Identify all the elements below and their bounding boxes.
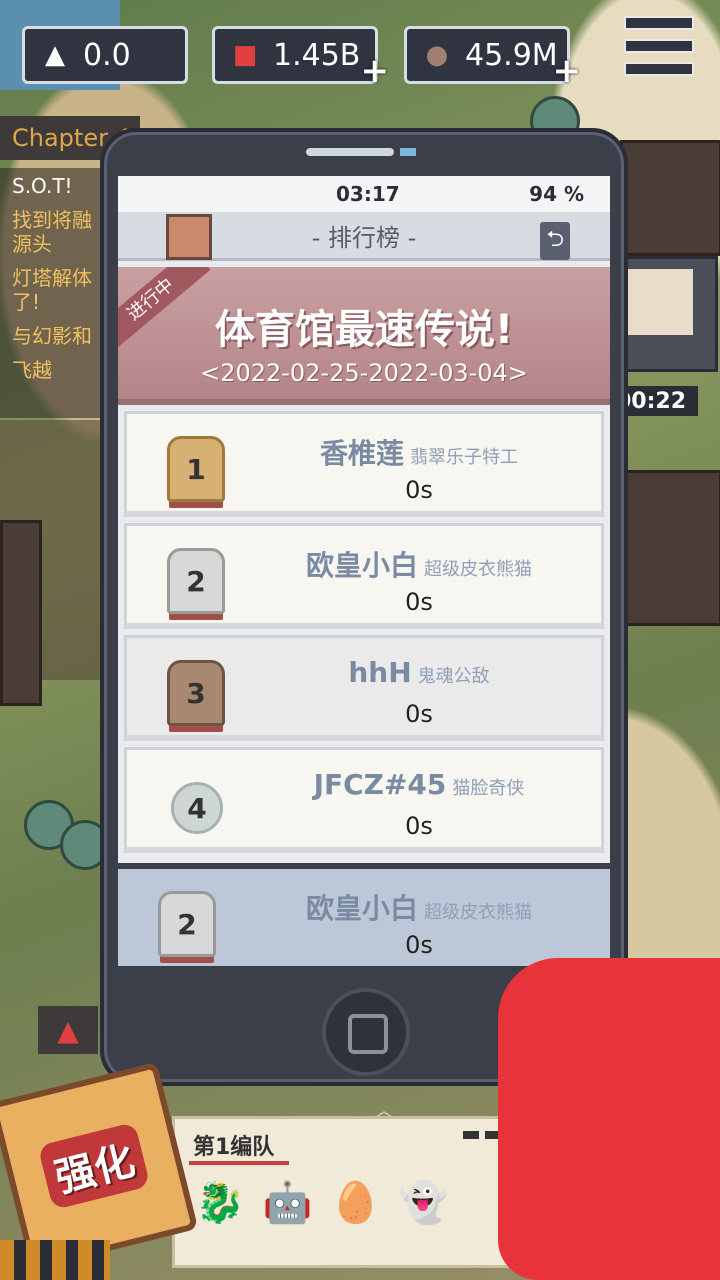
- gold-medal-icon: 1: [167, 436, 225, 502]
- egg-unit-icon[interactable]: 🥚: [331, 1179, 381, 1226]
- quest-item[interactable]: 与幻影和: [12, 324, 98, 348]
- blocks-icon: ■: [232, 40, 258, 70]
- back-icon[interactable]: ⮌: [540, 222, 570, 260]
- phone-screen: 03:17 94 % - 排行榜 - ⮌ 进行中 体育馆最速传说! <2022-…: [118, 176, 610, 966]
- building[interactable]: [0, 520, 42, 706]
- player-time: 0s: [405, 588, 433, 616]
- weather-icon[interactable]: [166, 214, 212, 260]
- menu-icon[interactable]: [624, 16, 694, 76]
- player-title: 翡翠乐子特工: [410, 447, 518, 468]
- silver-medal-icon: 2: [158, 891, 216, 957]
- quest-item[interactable]: 灯塔解体 了!: [12, 266, 98, 314]
- my-rank-row[interactable]: 2 欧皇小白 超级皮衣熊猫 0s: [118, 863, 610, 966]
- leaderboard-header: - 排行榜 - ⮌: [118, 212, 610, 261]
- player-name: 欧皇小白: [305, 892, 418, 925]
- hazard-stripes: [0, 1240, 110, 1280]
- player-time: 0s: [405, 476, 433, 504]
- event-dates: <2022-02-25-2022-03-04>: [200, 359, 528, 387]
- add-icon[interactable]: +: [361, 51, 390, 91]
- resource-value: 1.45B: [273, 37, 361, 73]
- resource-crystal[interactable]: ▲ 0.0: [22, 26, 188, 84]
- warning-icon[interactable]: ▲: [38, 1006, 98, 1054]
- building[interactable]: [620, 470, 720, 626]
- ore-icon: ●: [425, 40, 449, 70]
- player-title: 猫脸奇侠: [452, 778, 525, 799]
- phone-speaker: [306, 148, 394, 156]
- player-title: 超级皮衣熊猫: [424, 902, 532, 923]
- leaderboard-row[interactable]: 1 香椎莲 翡翠乐子特工 0s: [124, 411, 604, 517]
- team-pips: [463, 1131, 501, 1139]
- quest-item[interactable]: 找到将融 源头: [12, 208, 98, 256]
- player-time: 0s: [405, 812, 433, 840]
- team-label: 第1编队: [193, 1135, 275, 1160]
- add-icon[interactable]: +: [553, 51, 582, 91]
- building[interactable]: [620, 140, 720, 256]
- bronze-medal-icon: 3: [167, 660, 225, 726]
- resource-blocks[interactable]: ■ 1.45B +: [212, 26, 389, 91]
- robot-unit-icon[interactable]: 🤖: [263, 1179, 313, 1226]
- phone-home-button[interactable]: [322, 988, 410, 1076]
- resource-value: 0.0: [83, 37, 131, 73]
- player-time: 0s: [405, 700, 433, 728]
- quest-item[interactable]: 飞越: [12, 358, 98, 382]
- rank-badge: 4: [171, 782, 223, 834]
- status-battery: 94 %: [529, 182, 584, 206]
- quest-list[interactable]: S.O.T! 找到将融 源头 灯塔解体 了! 与幻影和 飞越: [0, 168, 110, 418]
- redaction-overlay: [498, 958, 720, 1280]
- player-name: hhH: [348, 656, 412, 689]
- dragon-unit-icon[interactable]: 🐉: [195, 1179, 245, 1226]
- upgrade-label: 强化: [37, 1121, 151, 1211]
- crystal-icon: ▲: [45, 40, 65, 70]
- team-panel[interactable]: 第1编队 🐉 🤖 🥚 👻: [172, 1116, 518, 1268]
- player-time: 0s: [405, 931, 433, 959]
- player-title: 超级皮衣熊猫: [424, 559, 532, 580]
- team-units: 🐉 🤖 🥚 👻: [195, 1179, 448, 1226]
- quest-item[interactable]: S.O.T!: [12, 174, 98, 198]
- leaderboard-row[interactable]: 2 欧皇小白 超级皮衣熊猫 0s: [124, 523, 604, 629]
- phone-frame: 03:17 94 % - 排行榜 - ⮌ 进行中 体育馆最速传说! <2022-…: [100, 128, 628, 1086]
- blob-unit-icon[interactable]: 👻: [398, 1179, 448, 1226]
- resource-ore[interactable]: ● 45.9M +: [404, 26, 581, 91]
- player-title: 鬼魂公敌: [417, 666, 490, 687]
- leaderboard-row[interactable]: 3 hhH 鬼魂公敌 0s: [124, 635, 604, 741]
- event-banner[interactable]: 进行中 体育馆最速传说! <2022-02-25-2022-03-04>: [118, 267, 610, 405]
- resource-value: 45.9M: [465, 37, 558, 73]
- status-bar: 03:17 94 %: [118, 176, 610, 212]
- status-time: 03:17: [336, 182, 400, 206]
- page-title: - 排行榜 -: [311, 223, 417, 252]
- silver-medal-icon: 2: [167, 548, 225, 614]
- leaderboard-row[interactable]: 4 JFCZ#45 猫脸奇侠 0s: [124, 747, 604, 853]
- player-name: JFCZ#45: [313, 768, 447, 801]
- player-name: 欧皇小白: [305, 549, 418, 582]
- player-name: 香椎莲: [319, 437, 404, 470]
- phone-camera: [400, 148, 416, 156]
- team-underline: [189, 1161, 289, 1165]
